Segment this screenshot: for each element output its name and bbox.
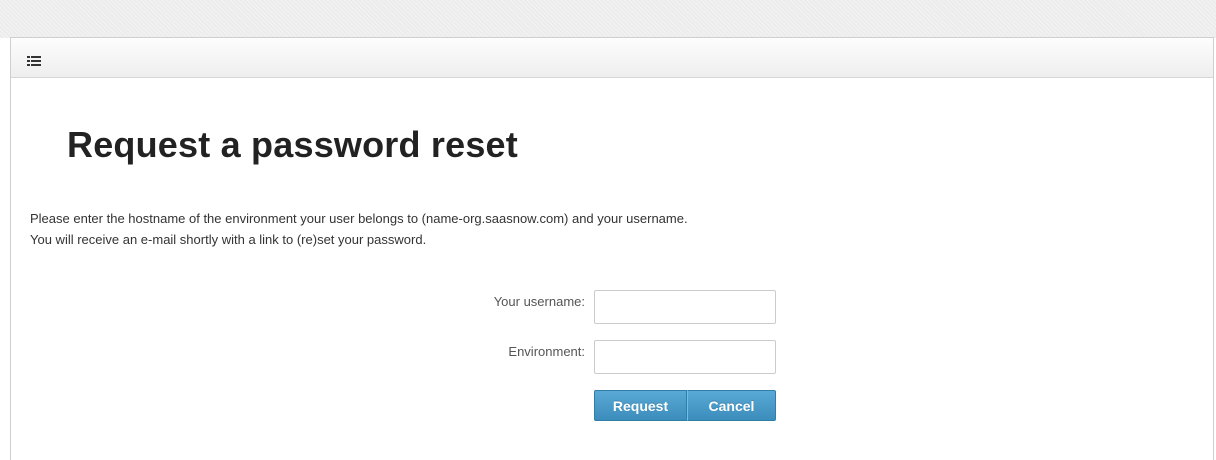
cancel-button[interactable]: Cancel bbox=[687, 390, 776, 421]
username-label: Your username: bbox=[493, 294, 585, 309]
environment-row: Environment: bbox=[11, 340, 1213, 374]
password-reset-panel: Request a password reset Please enter th… bbox=[10, 37, 1214, 460]
top-background-strip bbox=[0, 0, 1216, 38]
list-icon[interactable] bbox=[27, 53, 41, 66]
request-button[interactable]: Request bbox=[594, 390, 687, 421]
intro-text: Please enter the hostname of the environ… bbox=[30, 208, 688, 250]
form-actions: Request Cancel bbox=[594, 390, 776, 421]
intro-line-hostname: Please enter the hostname of the environ… bbox=[30, 211, 688, 226]
environment-input[interactable] bbox=[594, 340, 776, 374]
intro-line-email: You will receive an e-mail shortly with … bbox=[30, 232, 427, 247]
environment-label: Environment: bbox=[508, 344, 585, 359]
username-row: Your username: bbox=[11, 290, 1213, 324]
username-input[interactable] bbox=[594, 290, 776, 324]
panel-header bbox=[11, 38, 1213, 78]
page-title: Request a password reset bbox=[67, 124, 518, 165]
